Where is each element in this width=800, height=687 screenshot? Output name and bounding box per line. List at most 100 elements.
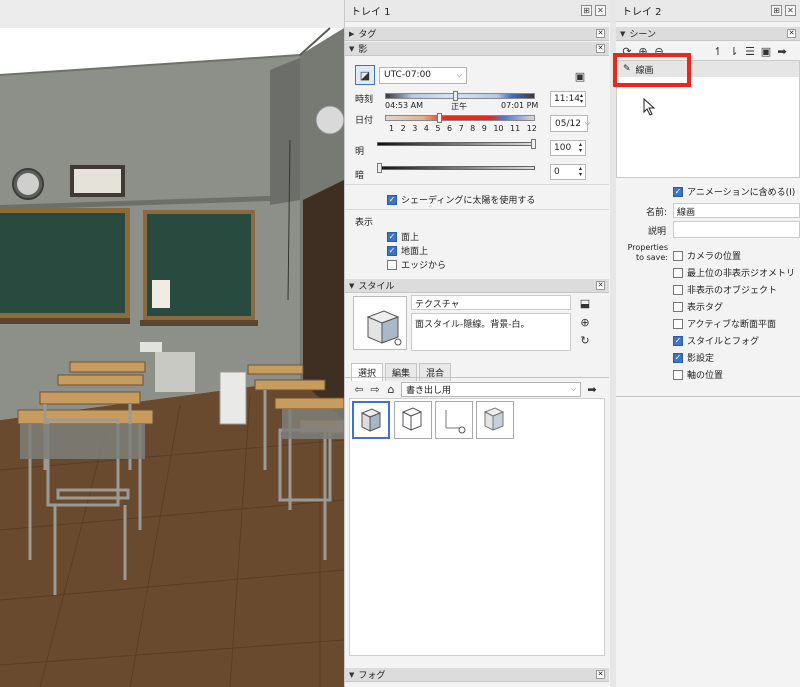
pin-icon[interactable]: ⊞ [581, 5, 592, 16]
section-close-icon[interactable]: ✕ [596, 44, 605, 53]
property-option[interactable]: 軸の位置 [673, 366, 795, 383]
tab-edit[interactable]: 編集 [385, 363, 418, 381]
collapse-arrow-icon: ▼ [349, 670, 355, 679]
property-checkbox[interactable] [673, 369, 683, 380]
date-select[interactable]: 05/12 ⌵ [550, 115, 590, 132]
use-sun-checkbox[interactable]: ✓ [387, 194, 397, 205]
property-option[interactable]: アクティブな断面平面 [673, 315, 795, 332]
dark-input[interactable]: 0 ▴ ▾ [550, 164, 586, 180]
spinner-icon[interactable]: ▴ ▾ [580, 93, 583, 105]
property-option[interactable]: 表示タグ [673, 298, 795, 315]
scene-description-input[interactable] [673, 221, 800, 238]
date-slider-knob[interactable] [437, 113, 442, 123]
mouse-cursor-icon [643, 98, 656, 116]
style-thumbnail[interactable] [476, 401, 514, 439]
style-section-header[interactable]: ▼ スタイル ✕ [345, 279, 609, 293]
property-checkbox[interactable] [673, 250, 683, 261]
view-options-icon[interactable]: ☰ [742, 43, 758, 59]
date-slider[interactable] [385, 115, 535, 121]
collection-select[interactable]: 書き出し用 ⌵ [401, 381, 581, 397]
light-slider-knob[interactable] [531, 139, 536, 149]
move-up-icon[interactable]: ↿ [710, 43, 726, 59]
property-checkbox[interactable]: ✓ [673, 335, 683, 346]
close-icon[interactable]: ✕ [595, 5, 606, 16]
dark-label: 暗 [355, 171, 365, 181]
collapse-arrow-icon: ▼ [349, 281, 355, 290]
tab-mix[interactable]: 混合 [419, 363, 452, 381]
style-thumbnail-area [349, 398, 605, 656]
details-arrow-icon[interactable]: ➡ [584, 381, 600, 397]
include-animation-checkbox[interactable]: ✓ [673, 186, 683, 197]
display-ground-checkbox[interactable]: ✓ [387, 245, 397, 256]
include-animation-option[interactable]: ✓ アニメーションに含める(I) [673, 185, 795, 198]
property-option[interactable]: 最上位の非表示ジオメトリ [673, 264, 795, 281]
tray-2-panel: トレイ 2 ⊞ ✕ ▼ シーン ✕ ⟳ ⊕ ⊖ ↿ ⇂ ☰ ▣ ➡ ✎ 線画 ✓… [610, 0, 800, 687]
property-checkbox[interactable]: ✓ [673, 352, 683, 363]
time-slider-knob[interactable] [453, 91, 458, 101]
update-style-icon[interactable]: ⬓ [577, 295, 593, 311]
display-option-edges[interactable]: エッジから [387, 258, 446, 271]
light-slider[interactable] [377, 142, 535, 146]
property-label: 影設定 [687, 354, 715, 364]
detail-toggle-icon[interactable]: ▣ [572, 68, 588, 84]
dark-slider[interactable] [377, 166, 535, 170]
style-name-field[interactable]: テクスチャ [411, 295, 571, 310]
date-value: 05/12 [555, 118, 581, 129]
shadow-section-header[interactable]: ▼ 影 ✕ [345, 42, 609, 56]
light-input[interactable]: 100 ▴ ▾ [550, 140, 586, 156]
details-arrow-icon[interactable]: ➡ [774, 43, 790, 59]
fog-section-header[interactable]: ▼ フォグ ✕ [345, 668, 609, 682]
display-option-ground[interactable]: ✓ 地面上 [387, 244, 428, 257]
property-option[interactable]: ✓ スタイルとフォグ [673, 332, 795, 349]
month-tick: 3 [412, 124, 418, 133]
back-arrow-icon[interactable]: ⇦ [351, 381, 367, 397]
month-tick: 6 [446, 124, 453, 133]
property-checkbox[interactable] [673, 284, 683, 295]
property-checkbox[interactable] [673, 301, 683, 312]
shadow-section-title: 影 [358, 45, 368, 55]
section-close-icon[interactable]: ✕ [596, 29, 605, 38]
tray-2-titlebar: トレイ 2 ⊞ ✕ [616, 0, 800, 22]
spinner-icon[interactable]: ▴ ▾ [579, 142, 582, 154]
property-option[interactable]: ✓ 影設定 [673, 349, 795, 366]
refresh-icon[interactable]: ↻ [577, 332, 593, 348]
property-option[interactable]: 非表示のオブジェクト [673, 281, 795, 298]
dark-slider-knob[interactable] [377, 163, 382, 173]
display-edges-label: エッジから [401, 261, 447, 271]
scenes-section-header[interactable]: ▼ シーン ✕ [616, 27, 800, 41]
display-faces-checkbox[interactable]: ✓ [387, 231, 397, 242]
forward-arrow-icon[interactable]: ⇨ [367, 381, 383, 397]
show-shadows-toggle-icon[interactable]: ◪ [355, 65, 375, 85]
tab-select[interactable]: 選択 [351, 363, 384, 381]
property-checkbox[interactable] [673, 267, 683, 278]
tags-section-header[interactable]: ▶ タグ ✕ [345, 27, 609, 41]
property-checkbox[interactable] [673, 318, 683, 329]
style-thumbnail[interactable] [435, 401, 473, 439]
time-input[interactable]: 11:14 ▴ ▾ [550, 91, 586, 107]
home-icon[interactable]: ⌂ [383, 381, 399, 397]
section-close-icon[interactable]: ✕ [787, 29, 796, 38]
close-icon[interactable]: ✕ [785, 5, 796, 16]
sunset-label: 07:01 PM [501, 101, 539, 110]
time-slider[interactable] [385, 93, 535, 99]
section-close-icon[interactable]: ✕ [596, 670, 605, 679]
scenes-section-title: シーン [629, 30, 656, 40]
display-edges-checkbox[interactable] [387, 259, 397, 270]
pin-icon[interactable]: ⊞ [771, 5, 782, 16]
3d-viewport[interactable] [0, 0, 344, 687]
style-thumbnail[interactable] [352, 401, 390, 439]
style-thumbnail[interactable] [394, 401, 432, 439]
time-value: 11:14 [554, 94, 580, 104]
scene-name-input[interactable]: 線画 [673, 203, 800, 218]
spinner-icon[interactable]: ▴ ▾ [579, 166, 582, 178]
style-description-field[interactable]: 面スタイル-隠線。背景-白。 [411, 313, 571, 351]
move-down-icon[interactable]: ⇂ [726, 43, 742, 59]
timezone-select[interactable]: UTC-07:00 ⌵ [379, 66, 467, 84]
property-option[interactable]: カメラの位置 [673, 247, 795, 264]
create-style-icon[interactable]: ⊕ [577, 314, 593, 330]
use-sun-option[interactable]: ✓ シェーディングに太陽を使用する [387, 193, 535, 206]
section-close-icon[interactable]: ✕ [596, 281, 605, 290]
tray-1-panel: トレイ 1 ⊞ ✕ ▶ タグ ✕ ▼ 影 ✕ ◪ UTC-07:00 ⌵ ▣ 時… [344, 0, 610, 687]
display-option-faces[interactable]: ✓ 面上 [387, 230, 419, 243]
thumbnail-icon[interactable]: ▣ [758, 43, 774, 59]
